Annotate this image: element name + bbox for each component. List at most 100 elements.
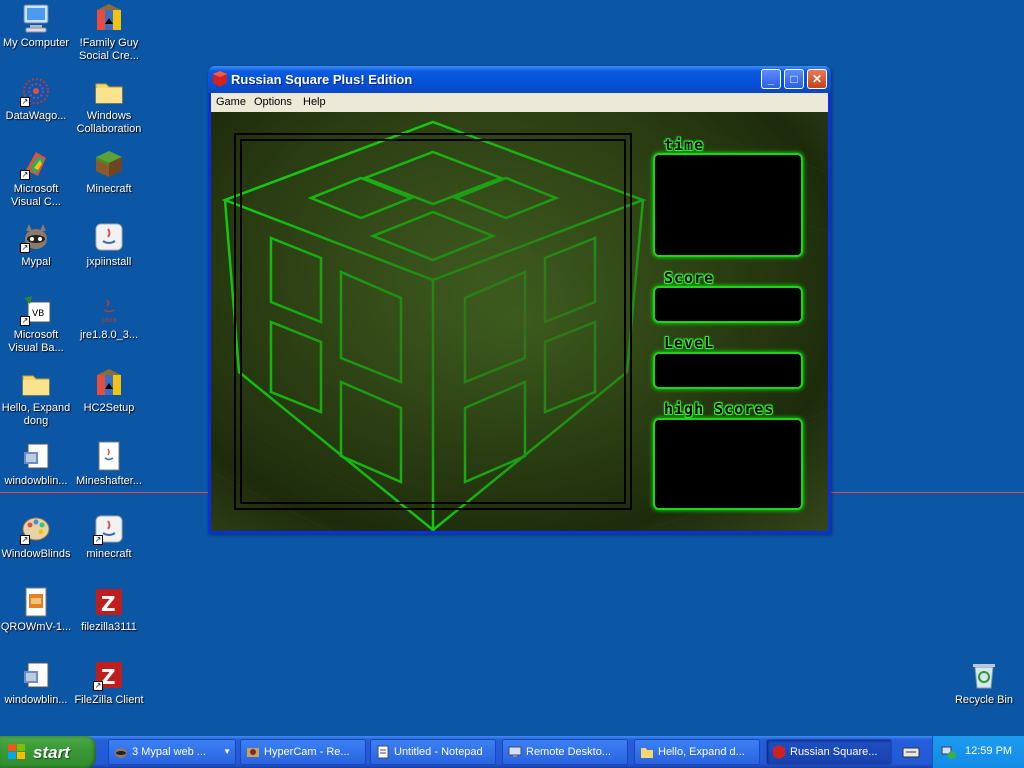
desktop-icon-label: QROWmV-1...	[0, 621, 72, 633]
menu-help[interactable]: Help	[303, 96, 326, 108]
desktop-icon-label: Minecraft	[86, 183, 132, 195]
desktop-icon-family-guy[interactable]: !Family Guy Social Cre...	[73, 2, 145, 63]
task-russian-square[interactable]: Russian Square...	[766, 739, 892, 765]
app-cube-icon	[213, 71, 227, 87]
desktop-icon-mypal[interactable]: ↗ Mypal	[0, 221, 72, 269]
svg-text:Java: Java	[101, 316, 117, 324]
task-remote-desktop[interactable]: Remote Deskto...	[502, 739, 628, 765]
desktop-icon-windowblinds-1[interactable]: windowblin...	[0, 440, 72, 488]
installer-icon	[20, 440, 52, 472]
desktop-icon-windows-collaboration[interactable]: Windows Collaboration	[73, 75, 145, 136]
game-area: time Score LeveL high Scores	[211, 112, 828, 531]
task-label: HyperCam - Re...	[264, 746, 350, 758]
minimize-button[interactable]: _	[761, 69, 781, 89]
high-scores-display	[653, 418, 803, 510]
desktop-icon-minecraft-shortcut[interactable]: ↗ minecraft	[73, 513, 145, 561]
desktop-icon-label: filezilla3111	[81, 621, 137, 633]
score-display	[653, 286, 803, 323]
network-icon[interactable]	[941, 744, 957, 760]
raccoon-icon	[115, 748, 127, 758]
close-icon: ✕	[811, 72, 823, 86]
filezilla-icon: Z	[93, 586, 125, 618]
desktop-icon-jxpiinstall[interactable]: jxpiinstall	[73, 221, 145, 269]
folder-icon	[641, 748, 653, 758]
task-notepad[interactable]: Untitled - Notepad	[370, 739, 496, 765]
desktop-icon-visual-basic[interactable]: VB ↗ Microsoft Visual Ba...	[0, 294, 72, 355]
package-icon	[93, 2, 125, 34]
filezilla-icon: Z ↗	[93, 659, 125, 691]
spiral-icon: ↗	[20, 75, 52, 107]
window-titlebar[interactable]: Russian Square Plus! Edition _ □ ✕	[208, 66, 831, 93]
desktop-icon-minecraft[interactable]: Minecraft	[73, 148, 145, 196]
desktop-icon-my-computer[interactable]: My Computer	[0, 2, 72, 50]
computer-icon	[20, 2, 52, 34]
time-label: time	[664, 136, 705, 154]
raccoon-icon: ↗	[20, 221, 52, 253]
desktop-icon-filezilla3111[interactable]: Z filezilla3111	[73, 586, 145, 634]
high-scores-label: high Scores	[664, 400, 775, 418]
jar-file-icon	[93, 440, 125, 472]
java-icon: ↗	[93, 513, 125, 545]
shortcut-arrow-icon: ↗	[20, 535, 30, 545]
close-button[interactable]: ✕	[807, 69, 827, 89]
desktop-icon-datawago[interactable]: ↗ DataWago...	[0, 75, 72, 123]
java-icon: Java	[93, 294, 125, 326]
shortcut-arrow-icon: ↗	[20, 97, 30, 107]
task-hello-expand[interactable]: Hello, Expand d...	[634, 739, 760, 765]
desktop-icon-label: Mypal	[21, 256, 51, 268]
svg-text:Z: Z	[101, 665, 116, 689]
maximize-icon: □	[790, 72, 798, 86]
task-label: Russian Square...	[790, 746, 878, 758]
desktop-icon-label: Microsoft Visual C...	[11, 183, 61, 208]
visual-basic-icon: VB ↗	[20, 294, 52, 326]
palette-icon: ↗	[20, 513, 52, 545]
window-title: Russian Square Plus! Edition	[231, 72, 413, 87]
desktop-icon-windowblinds-app[interactable]: ↗ WindowBlinds	[0, 513, 72, 561]
svg-text:Z: Z	[101, 592, 116, 616]
desktop-icon-hc2setup[interactable]: HC2Setup	[73, 367, 145, 415]
desktop-icon-label: Recycle Bin	[954, 694, 1014, 706]
desktop-icon-label: My Computer	[2, 37, 70, 49]
desktop-icon-label: FileZilla Client	[74, 694, 144, 706]
task-label: 3 Mypal web ...	[132, 746, 206, 758]
svg-text:VB: VB	[32, 309, 44, 319]
keyboard-icon[interactable]	[902, 744, 920, 760]
start-button[interactable]: start	[0, 736, 96, 768]
task-label: Untitled - Notepad	[394, 746, 483, 758]
desktop-icon-hello-expand[interactable]: Hello, Expand dong	[0, 367, 72, 428]
image-file-icon	[20, 586, 52, 618]
desktop-icon-mineshafter[interactable]: Mineshafter...	[73, 440, 145, 488]
minimize-icon: _	[767, 72, 775, 86]
desktop-icon-windowblinds-2[interactable]: windowblin...	[0, 659, 72, 707]
maximize-button[interactable]: □	[784, 69, 804, 89]
menu-game[interactable]: Game	[216, 96, 246, 108]
game-window: Russian Square Plus! Edition _ □ ✕ Game …	[208, 66, 831, 534]
java-icon	[93, 221, 125, 253]
folder-icon	[20, 367, 52, 399]
desktop-icon-qrowmv[interactable]: QROWmV-1...	[0, 586, 72, 634]
task-mypal[interactable]: 3 Mypal web ... ▼	[108, 739, 236, 765]
desktop-icon-label: !Family Guy Social Cre...	[79, 37, 139, 62]
level-display	[653, 352, 803, 389]
desktop-icon-label: Mineshafter...	[75, 475, 143, 487]
desktop-icon-filezilla-client[interactable]: Z ↗ FileZilla Client	[73, 659, 145, 707]
installer-icon	[20, 659, 52, 691]
remote-desktop-icon	[508, 746, 522, 757]
package-icon	[93, 367, 125, 399]
clock[interactable]: 12:59 PM	[965, 745, 1012, 757]
desktop-icon-visual-c[interactable]: ↗ Microsoft Visual C...	[0, 148, 72, 209]
recycle-bin-icon	[968, 659, 1000, 691]
menu-options[interactable]: Options	[254, 96, 292, 108]
task-label: Remote Deskto...	[526, 746, 611, 758]
visual-studio-icon: ↗	[20, 148, 52, 180]
desktop-icon-label: WindowBlinds	[1, 548, 71, 560]
score-label: Score	[664, 269, 715, 287]
folder-icon	[93, 75, 125, 107]
desktop-icon-label: Hello, Expand dong	[1, 402, 71, 427]
time-display	[653, 153, 803, 257]
desktop-icon-jre[interactable]: Java jre1.8.0_3...	[73, 294, 145, 342]
desktop-icon-label: DataWago...	[5, 110, 67, 122]
desktop-icon-recycle-bin[interactable]: Recycle Bin	[948, 659, 1020, 707]
task-hypercam[interactable]: HyperCam - Re...	[240, 739, 366, 765]
notepad-icon	[377, 745, 389, 759]
